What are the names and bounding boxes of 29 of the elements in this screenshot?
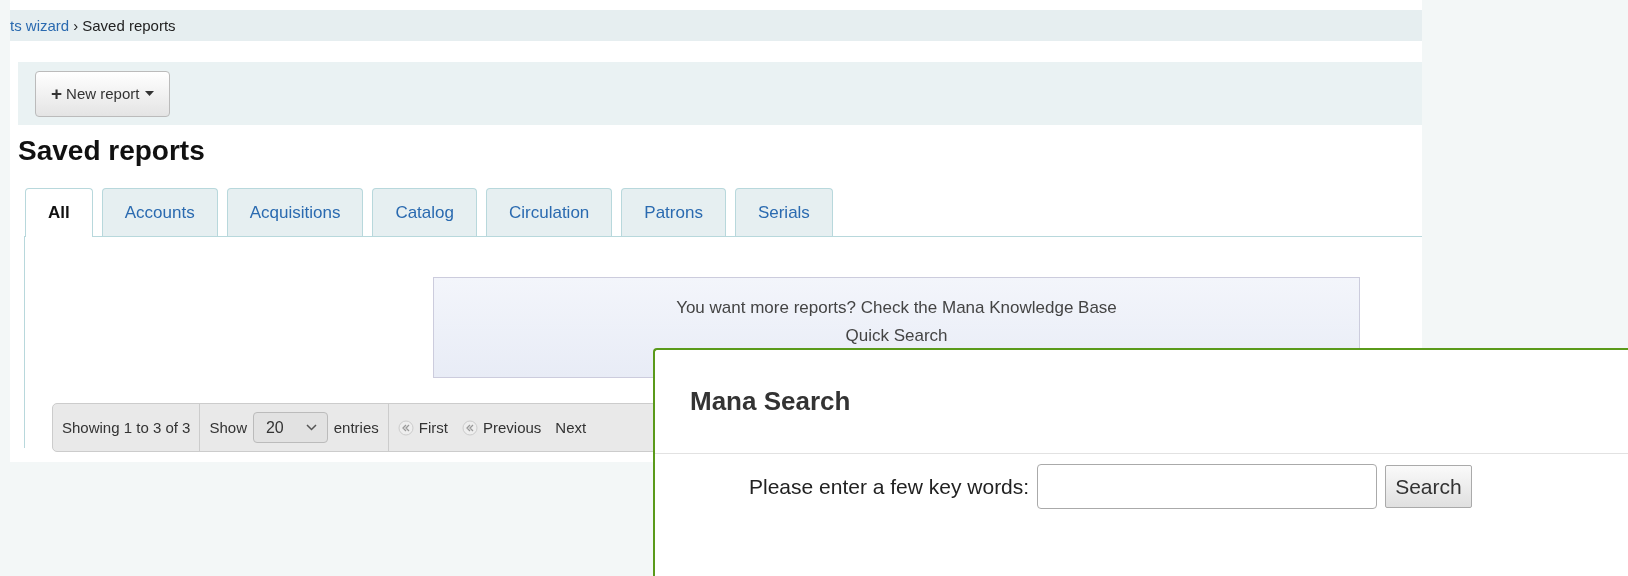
entries-label: entries: [333, 419, 379, 436]
new-report-button[interactable]: + New report: [35, 70, 171, 117]
tab[interactable]: Serials: [734, 188, 833, 236]
next-link[interactable]: Next: [555, 419, 587, 436]
tab[interactable]: Patrons: [621, 188, 726, 236]
double-chevron-left-icon: [461, 419, 478, 436]
tab[interactable]: Catalog: [372, 188, 477, 236]
breadcrumb-link[interactable]: ts wizard: [10, 17, 70, 34]
showing-info: Showing 1 to 3 of 3: [62, 419, 191, 436]
keywords-field[interactable]: [1037, 464, 1378, 509]
breadcrumb-current: Saved reports: [82, 17, 176, 34]
tab[interactable]: All: [25, 188, 93, 237]
notice-text: You want more reports? Check the Mana Knowledge Base: [676, 298, 1117, 318]
caret-icon: [145, 91, 155, 96]
show-label: Show: [209, 419, 247, 436]
tab[interactable]: Acquisitions: [226, 188, 364, 236]
quick-search-link[interactable]: Quick Search: [845, 326, 948, 346]
chevron-down-icon: [305, 424, 317, 431]
double-chevron-left-icon: [397, 419, 414, 436]
first-link[interactable]: First: [397, 419, 448, 436]
page-heading: Saved reports: [18, 135, 206, 167]
breadcrumb-separator: ›: [73, 17, 79, 34]
previous-link[interactable]: Previous: [461, 419, 542, 436]
keywords-label: Please enter a few key words:: [749, 474, 1030, 499]
tab[interactable]: Circulation: [486, 188, 613, 236]
dialog-title: Mana Search: [655, 350, 1628, 454]
tab[interactable]: Accounts: [101, 188, 218, 236]
page-size-select[interactable]: 20: [252, 412, 328, 443]
search-button[interactable]: Search: [1385, 465, 1472, 508]
